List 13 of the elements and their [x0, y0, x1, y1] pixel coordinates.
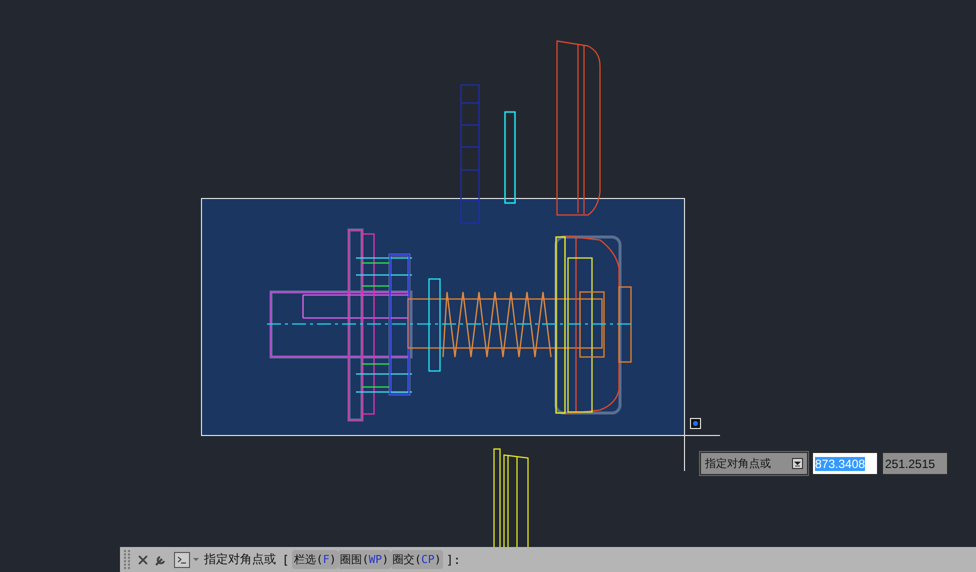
pickbox-icon [690, 418, 701, 429]
close-icon[interactable] [138, 554, 148, 564]
command-option[interactable]: 圈围(WP) [338, 550, 391, 569]
command-option[interactable]: 栏选(F) [292, 550, 338, 569]
coordinate-field[interactable]: 251.2515 [882, 452, 948, 475]
bracket-text: ]: [446, 552, 461, 566]
command-option[interactable]: 圈交(CP) [390, 550, 444, 569]
bracket-text: [ [282, 552, 290, 566]
command-prompt-icon[interactable] [174, 552, 200, 568]
prompt-text: 指定对角点或 [705, 456, 771, 471]
options-menu-icon[interactable] [792, 458, 803, 469]
grip-handle-icon[interactable] [124, 550, 130, 570]
command-prompt-text: 指定对角点或 [204, 551, 276, 568]
